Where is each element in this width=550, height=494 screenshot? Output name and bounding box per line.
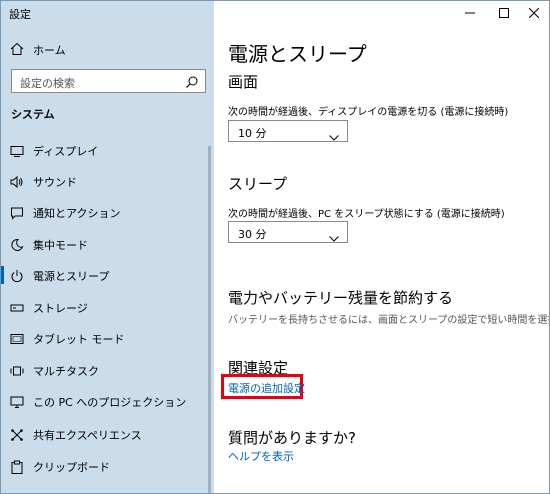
- sleep-timeout-value: 30 分: [238, 228, 267, 241]
- minimize-icon: [465, 12, 475, 14]
- storage-icon: [10, 300, 24, 314]
- projection-icon: [10, 394, 24, 408]
- display-icon: [10, 143, 24, 157]
- get-help-link[interactable]: ヘルプを表示: [228, 448, 294, 464]
- sidebar-item-sound[interactable]: サウンド: [1, 166, 214, 196]
- maximize-icon: [499, 8, 509, 18]
- chevron-down-icon: [329, 127, 339, 141]
- screen-description: 次の時間が経過後、ディスプレイの電源を切る (電源に接続時): [228, 107, 509, 118]
- sidebar-item-label: タブレット モード: [33, 333, 125, 346]
- home-label: ホーム: [33, 44, 66, 57]
- sidebar-item-label: この PC へのプロジェクション: [33, 396, 187, 409]
- home-icon: [10, 41, 24, 55]
- sidebar-home[interactable]: ホーム: [1, 38, 214, 60]
- chevron-down-icon: [329, 228, 339, 242]
- clipboard-icon: [10, 459, 24, 474]
- search-input[interactable]: 設定の検索: [11, 69, 206, 93]
- battery-description: バッテリーを長持ちさせるには、画面とスリープの設定で短い時間を選択します。: [228, 315, 549, 326]
- sidebar-item-label: ディスプレイ: [33, 145, 99, 158]
- moon-icon: [10, 237, 24, 251]
- sidebar-item-label: クリップボード: [33, 461, 110, 474]
- multitask-icon: [10, 363, 24, 377]
- screen-timeout-dropdown[interactable]: 10 分: [228, 120, 348, 142]
- sidebar-item-label: 通知とアクション: [33, 207, 121, 220]
- maximize-button[interactable]: [487, 1, 521, 27]
- sidebar-item-focus[interactable]: 集中モード: [1, 229, 214, 259]
- close-icon: [529, 8, 539, 18]
- sleep-description: 次の時間が経過後、PC をスリープ状態にする (電源に接続時): [228, 209, 505, 220]
- settings-window: 設定 ホーム 設定の検索 システム ディスプレイ サウンド 通知とアクション 集…: [0, 0, 550, 494]
- window-title: 設定: [9, 8, 31, 21]
- section-label: システム: [11, 108, 55, 121]
- additional-power-settings-link[interactable]: 電源の追加設定: [228, 380, 305, 396]
- sidebar-item-clipboard[interactable]: クリップボード: [1, 451, 214, 481]
- sidebar-item-label: 電源とスリープ: [33, 270, 110, 283]
- sidebar-item-label: 集中モード: [33, 239, 88, 252]
- sidebar-item-label: ストレージ: [33, 302, 88, 315]
- sidebar-item-label: マルチタスク: [33, 365, 99, 378]
- sidebar-item-storage[interactable]: ストレージ: [1, 292, 214, 322]
- sidebar-item-label: サウンド: [33, 176, 77, 189]
- notification-icon: [10, 205, 24, 220]
- search-icon[interactable]: [185, 74, 199, 88]
- sleep-heading: スリープ: [228, 175, 288, 193]
- sidebar-item-multitasking[interactable]: マルチタスク: [1, 355, 214, 385]
- page-title: 電源とスリープ: [228, 42, 367, 66]
- sidebar-item-notifications[interactable]: 通知とアクション: [1, 197, 214, 227]
- minimize-button[interactable]: [453, 1, 487, 27]
- search-placeholder: 設定の検索: [20, 77, 75, 90]
- sidebar-item-tablet[interactable]: タブレット モード: [1, 323, 214, 353]
- screen-timeout-value: 10 分: [238, 127, 267, 140]
- battery-heading: 電力やバッテリー残量を節約する: [228, 289, 454, 307]
- sleep-timeout-dropdown[interactable]: 30 分: [228, 221, 348, 243]
- close-button[interactable]: [517, 1, 549, 27]
- screen-heading: 画面: [228, 73, 259, 91]
- sidebar-scrollbar[interactable]: [208, 146, 211, 493]
- sidebar-item-projection[interactable]: この PC へのプロジェクション: [1, 386, 214, 416]
- tablet-icon: [10, 331, 24, 345]
- speaker-icon: [10, 174, 24, 189]
- sidebar-item-shared-experiences[interactable]: 共有エクスペリエンス: [1, 419, 214, 449]
- sidebar-item-display[interactable]: ディスプレイ: [1, 135, 214, 165]
- power-icon: [10, 268, 24, 283]
- shared-experience-icon: [10, 427, 24, 441]
- sidebar-item-power-sleep[interactable]: 電源とスリープ: [1, 260, 214, 290]
- sidebar-item-label: 共有エクスペリエンス: [33, 429, 142, 442]
- sidebar: 設定 ホーム 設定の検索 システム ディスプレイ サウンド 通知とアクション 集…: [1, 1, 214, 493]
- help-heading: 質問がありますか?: [228, 429, 356, 447]
